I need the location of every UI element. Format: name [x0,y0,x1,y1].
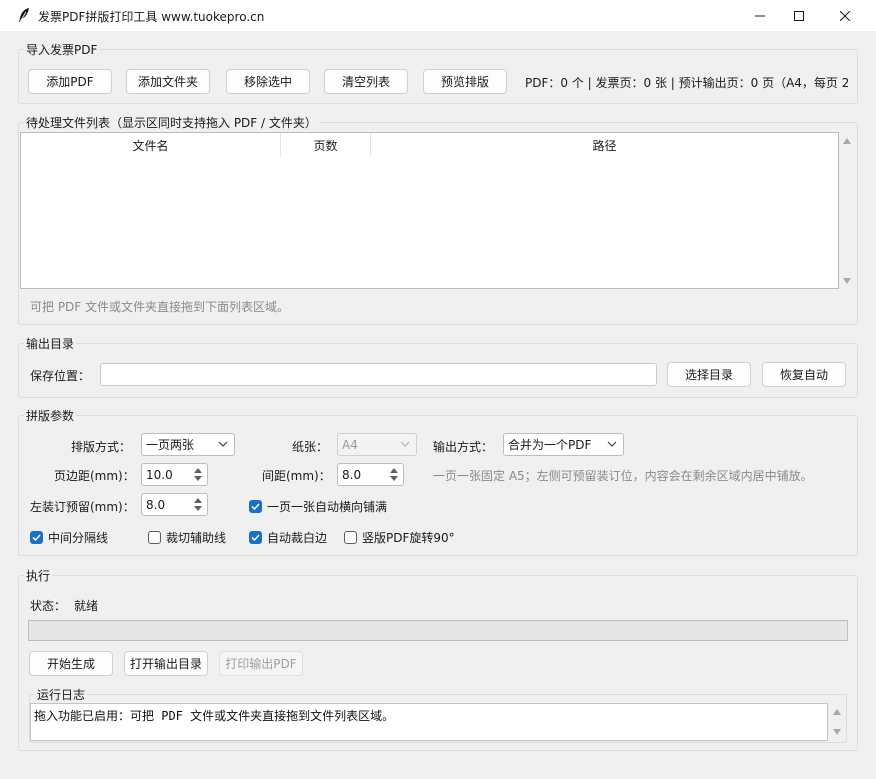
auto-trim-label: 自动裁白边 [267,531,328,545]
close-button[interactable] [822,0,868,31]
spinner-arrows-icon[interactable] [191,465,205,484]
save-path-input[interactable] [100,363,657,386]
layout-mode-value: 一页两张 [146,438,195,452]
gap-spinbox[interactable]: 8.0 [337,463,404,486]
feather-icon [19,8,29,23]
add-folder-button[interactable]: 添加文件夹 [126,69,210,94]
layout-mode-label: 排版方式： [71,440,132,454]
execute-frame-title: 执行 [24,567,53,584]
cut-guide-checkbox[interactable]: 裁切辅助线 [148,529,226,546]
chevron-down-icon [218,441,228,447]
chevron-down-icon [607,441,617,447]
column-header-filename[interactable]: 文件名 [21,133,281,157]
gap-value: 8.0 [342,467,362,482]
title-bar: 发票PDF拼版打印工具 www.tuokepro.cn [0,0,876,31]
save-location-label: 保存位置： [30,369,91,383]
minimize-icon [755,15,765,16]
file-list-table[interactable]: 文件名 页数 路径 [20,132,839,289]
layout-note: 一页一张固定 A5；左侧可预留装订位，内容会在剩余区域内居中铺放。 [433,469,813,483]
scroll-down-icon[interactable] [833,729,841,735]
checkbox-checked-icon [249,500,262,513]
close-icon [840,10,850,21]
rotate-checkbox[interactable]: 竖版PDF旋转90° [344,529,455,546]
auto-fill-label: 一页一张自动横向铺满 [267,500,388,514]
choose-dir-button[interactable]: 选择目录 [667,362,751,387]
binding-spinbox[interactable]: 8.0 [141,493,208,516]
auto-fill-checkbox[interactable]: 一页一张自动横向铺满 [249,498,387,515]
output-frame-title: 输出目录 [24,335,77,352]
margin-value: 10.0 [146,467,173,482]
layout-frame-title: 拼版参数 [24,407,77,424]
chevron-down-icon [400,441,410,447]
log-frame-title: 运行日志 [35,686,88,703]
cut-guide-label: 裁切辅助线 [166,531,227,545]
log-textarea[interactable]: 拖入功能已启用：可把 PDF 文件或文件夹直接拖到文件列表区域。 [30,703,828,741]
scroll-down-icon[interactable] [843,278,851,284]
spinner-arrows-icon[interactable] [191,495,205,514]
binding-label: 左装订预留(mm)： [30,500,135,514]
open-output-button[interactable]: 打开输出目录 [124,651,208,676]
remove-selected-button[interactable]: 移除选中 [226,69,310,94]
gap-label: 间距(mm)： [262,469,331,483]
log-text: 拖入功能已启用：可把 PDF 文件或文件夹直接拖到文件列表区域。 [34,709,395,723]
clear-list-button[interactable]: 清空列表 [324,69,408,94]
import-frame-title: 导入发票PDF [24,41,100,58]
log-scrollbar[interactable] [829,703,846,741]
paper-value: A4 [342,437,358,452]
checkbox-checked-icon [30,531,43,544]
output-mode-label: 输出方式： [433,440,494,454]
column-header-pages[interactable]: 页数 [281,133,371,157]
column-header-path[interactable]: 路径 [371,133,838,157]
margin-label: 页边距(mm)： [54,469,135,483]
file-list-scrollbar[interactable] [839,132,856,289]
status-value: 就绪 [74,599,99,613]
print-output-button: 打印输出PDF [219,651,303,676]
checkbox-unchecked-icon [148,531,161,544]
add-pdf-button[interactable]: 添加PDF [28,69,112,94]
divider-label: 中间分隔线 [48,531,109,545]
rotate-label: 竖版PDF旋转90° [362,531,455,545]
start-button[interactable]: 开始生成 [29,651,113,676]
file-list-frame-title: 待处理文件列表（显示区同时支持拖入 PDF / 文件夹） [24,114,319,131]
maximize-button[interactable] [776,0,822,31]
spinner-arrows-icon[interactable] [387,465,401,484]
status-label: 状态： [30,599,67,613]
divider-checkbox[interactable]: 中间分隔线 [30,529,108,546]
restore-auto-button[interactable]: 恢复自动 [762,362,846,387]
binding-value: 8.0 [146,497,166,512]
window-title: 发票PDF拼版打印工具 www.tuokepro.cn [38,10,265,24]
import-stats: PDF：0 个 | 发票页：0 张 | 预计输出页：0 页（A4，每页 2 [525,76,848,90]
preview-layout-button[interactable]: 预览排版 [423,69,507,94]
paper-select: A4 [337,433,417,456]
scroll-up-icon[interactable] [843,138,851,144]
auto-trim-checkbox[interactable]: 自动裁白边 [249,529,327,546]
scroll-up-icon[interactable] [833,709,841,715]
margin-spinbox[interactable]: 10.0 [141,463,208,486]
output-mode-value: 合并为一个PDF [508,438,592,452]
output-mode-select[interactable]: 合并为一个PDF [503,433,624,456]
layout-mode-select[interactable]: 一页两张 [141,433,235,456]
paper-label: 纸张： [292,440,329,454]
checkbox-unchecked-icon [344,531,357,544]
checkbox-checked-icon [249,531,262,544]
file-list-hint: 可把 PDF 文件或文件夹直接拖到下面列表区域。 [30,300,290,314]
progress-bar [28,620,848,641]
maximize-icon [794,10,804,21]
